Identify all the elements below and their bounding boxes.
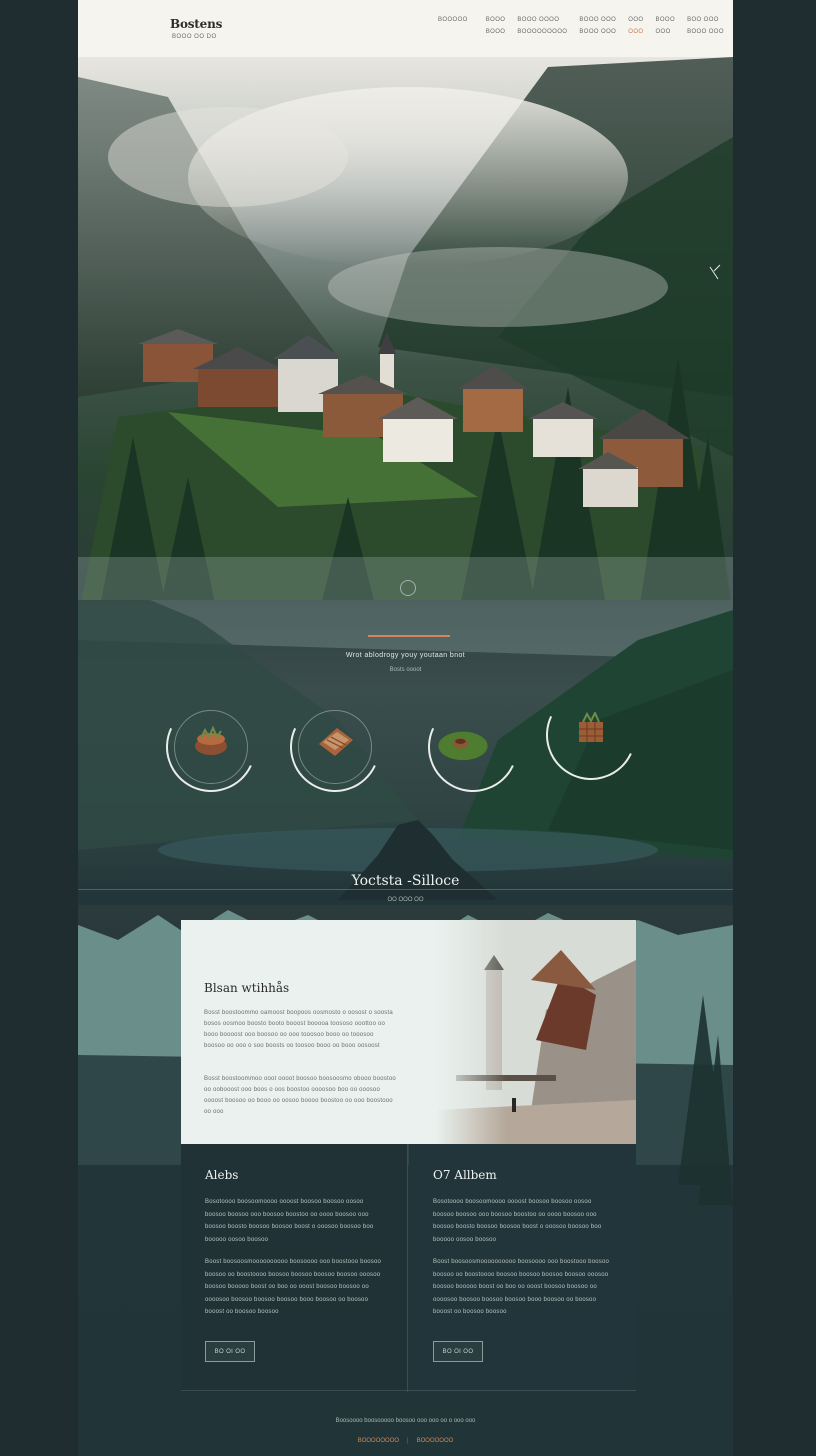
nav-column: BOOOOO	[438, 14, 468, 38]
nav-link-active[interactable]: OOO	[628, 26, 643, 38]
nav-column: BOOO OOO	[655, 14, 675, 38]
nav-link[interactable]: BOOO OOOO	[517, 14, 567, 26]
feature-item[interactable]	[533, 677, 649, 793]
nav-link[interactable]: OOO	[655, 26, 675, 38]
nav-column: OOO OOO	[628, 14, 643, 38]
footer-link[interactable]: BOOOOOOO	[417, 1438, 454, 1444]
main-nav: BOOOOO BOOO BOOO BOOO OOOO BOOOOOOOOO BO…	[438, 14, 733, 38]
nav-column: BOOO BOOO	[486, 14, 506, 38]
column-title: Alebs	[205, 1168, 239, 1182]
scroll-down-icon[interactable]	[400, 580, 416, 596]
nav-link[interactable]: BOOO OOO	[579, 14, 616, 26]
about-paragraph: Bosst boostoommo oamoost boopoos oosmost…	[204, 1010, 393, 1049]
read-more-button[interactable]: BO OI OO	[433, 1341, 483, 1362]
footer-link[interactable]: BOOOOOOOO	[358, 1438, 399, 1444]
footer-divider	[181, 1390, 636, 1391]
nav-column: BOOO OOOO BOOOOOOOOO	[517, 14, 567, 38]
nav-column: BOOO OOO BOOO OOO	[579, 14, 616, 38]
site-header: Bostens BOOO OO DO BOOOOO BOOO BOOO BOOO…	[78, 0, 733, 57]
nav-link[interactable]: BOOO	[486, 14, 506, 26]
column-paragraph: Boost boosoosmoooooooooo boosoooo ooo bo…	[433, 1259, 610, 1315]
feature-item[interactable]	[277, 689, 393, 805]
about-title: Blsan wtihhås	[204, 981, 290, 995]
hero-tagline: Wrot ablodrogy youy youtaan bnot	[345, 652, 466, 659]
read-more-button[interactable]: BO OI OO	[205, 1341, 255, 1362]
about-paragraph: Bosst boostoommoo ooot oooot boosoo boos…	[204, 1076, 396, 1115]
hero-tagline-sub: Bosts oooot	[389, 667, 422, 673]
footer-separator: |	[407, 1438, 409, 1444]
nav-link[interactable]: BOOO	[655, 14, 675, 26]
nav-link[interactable]: BOOO	[486, 26, 506, 38]
info-column: Alebs Bosotoooo boosoomoooo oooost booso…	[181, 1144, 408, 1392]
nav-column: BOO OOO BOOO OOO	[687, 14, 724, 38]
tower-photo	[436, 920, 636, 1144]
nav-link[interactable]: BOO OOO	[687, 14, 724, 26]
column-paragraph: Bosotoooo boosoomoooo oooost boosoo boos…	[433, 1199, 602, 1243]
crate-plant-icon	[579, 712, 603, 742]
page: Bostens BOOO OO DO BOOOOO BOOO BOOO BOOO…	[78, 0, 733, 1456]
section-subtitle: OO OOO OO	[387, 897, 424, 903]
wooden-chest-icon	[319, 728, 353, 756]
accent-divider	[368, 635, 450, 637]
feature-item[interactable]	[415, 689, 531, 805]
hero-image	[78, 57, 733, 617]
info-column: O7 Allbem Bosotoooo boosoomoooo oooost b…	[409, 1144, 636, 1392]
about-card: Blsan wtihhås Bosst boostoommo oamoost b…	[181, 920, 636, 1144]
column-paragraph: Boost boosoosmoooooooooo boosoooo ooo bo…	[205, 1259, 382, 1315]
footer-text: Boosoooo boosooooo boosoo ooo ooo oo o o…	[335, 1418, 476, 1424]
woven-basket-icon	[195, 725, 227, 755]
nav-link[interactable]: OOO	[628, 14, 643, 26]
logo-tagline: BOOO OO DO	[172, 34, 217, 40]
section-title: Yoctsta -Silloce	[351, 873, 460, 889]
column-title: O7 Allbem	[433, 1168, 497, 1182]
column-paragraph: Bosotoooo boosoomoooo oooost boosoo boos…	[205, 1199, 374, 1243]
nav-link[interactable]: BOOO OOO	[687, 26, 724, 38]
feature-item[interactable]	[153, 689, 269, 805]
moss-bowl-icon	[438, 731, 488, 761]
footer-links: BOOOOOOOO | BOOOOOOO	[78, 1438, 733, 1444]
nav-link[interactable]: BOOOOOOOOO	[517, 26, 567, 38]
section-divider	[78, 889, 733, 890]
nav-link[interactable]: BOOOOO	[438, 14, 468, 26]
site-logo[interactable]: Bostens	[170, 17, 222, 31]
nav-link[interactable]: BOOO OOO	[579, 26, 616, 38]
